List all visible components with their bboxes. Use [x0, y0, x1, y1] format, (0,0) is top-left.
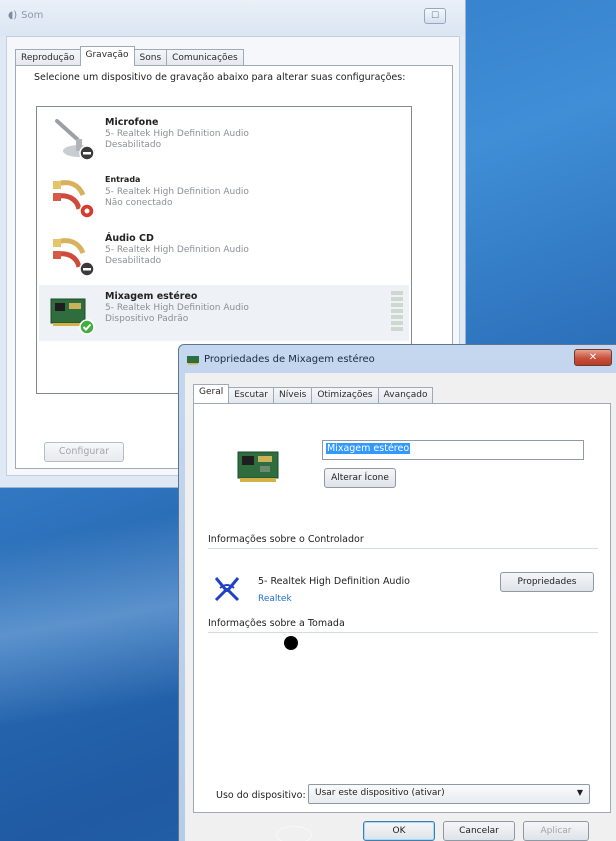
speaker-icon: ◖) [8, 10, 18, 21]
device-driver: 5- Realtek High Definition Audio [105, 129, 249, 139]
device-status: Dispositivo Padrão [105, 314, 189, 324]
tab-recording[interactable]: Gravação [79, 46, 135, 66]
list-item-entrada[interactable]: Entrada 5- Realtek High Definition Audio… [39, 169, 409, 225]
controller-group-label: Informações sobre o Controlador [208, 534, 364, 545]
general-panel: Mixagem estéreo Alterar Ícone Informaçõe… [193, 403, 611, 813]
properties-dialog-body: Geral Escutar Níveis Otimizações Avançad… [185, 373, 616, 841]
device-name: Mixagem estéreo [105, 291, 198, 302]
device-driver: 5- Realtek High Definition Audio [105, 303, 249, 313]
rca-cable-icon [49, 175, 99, 221]
realtek-icon [214, 576, 240, 602]
tab-general[interactable]: Geral [193, 384, 230, 403]
sound-card-icon [49, 291, 99, 337]
usage-label: Uso do dispositivo: [216, 790, 306, 801]
device-driver: 5- Realtek High Definition Audio [105, 245, 249, 255]
usage-value: Usar este dispositivo (ativar) [315, 788, 445, 798]
device-driver: 5- Realtek High Definition Audio [105, 187, 249, 197]
device-status: Desabilitado [105, 256, 162, 266]
jack-color-icon [284, 636, 298, 650]
apply-button[interactable]: Aplicar [523, 821, 589, 841]
ok-button[interactable]: OK [363, 821, 435, 841]
device-usage-select[interactable]: Usar este dispositivo (ativar) ▼ [308, 784, 590, 804]
sound-tabs: Reprodução Gravação Sons Comunicações [15, 46, 244, 66]
list-item-audio-cd[interactable]: Áudio CD 5- Realtek High Definition Audi… [39, 227, 409, 283]
controller-name: 5- Realtek High Definition Audio [258, 576, 410, 587]
instructions-text: Selecione um dispositivo de gravação aba… [34, 72, 406, 83]
device-status: Não conectado [105, 198, 173, 208]
chevron-down-icon: ▼ [576, 788, 583, 797]
device-name-value: Mixagem estéreo [326, 443, 411, 454]
sound-window-titlebar: ◖) Som [0, 0, 465, 36]
device-status: Desabilitado [105, 140, 162, 150]
device-name: Microfone [105, 117, 159, 128]
sound-card-icon [234, 446, 286, 486]
level-meter [391, 291, 403, 335]
start-orb-icon[interactable] [276, 826, 312, 841]
device-name: Áudio CD [105, 233, 154, 244]
properties-dialog-title: Propriedades de Mixagem estéreo [204, 354, 375, 365]
tab-sounds[interactable]: Sons [133, 49, 168, 66]
device-name: Entrada [105, 175, 141, 184]
properties-tabs: Geral Escutar Níveis Otimizações Avançad… [193, 384, 434, 403]
cancel-button[interactable]: Cancelar [443, 821, 515, 841]
tab-listen[interactable]: Escutar [228, 387, 275, 403]
configure-button[interactable]: Configurar [44, 442, 124, 462]
tab-levels[interactable]: Níveis [273, 387, 313, 403]
device-name-input[interactable]: Mixagem estéreo [322, 440, 584, 460]
jack-group-label: Informações sobre a Tomada [208, 618, 345, 629]
tab-advanced[interactable]: Avançado [377, 387, 434, 403]
controller-vendor-link[interactable]: Realtek [258, 594, 292, 604]
sound-card-icon [187, 355, 199, 364]
tab-playback[interactable]: Reprodução [15, 49, 81, 66]
list-item-mixagem-estereo[interactable]: Mixagem estéreo 5- Realtek High Definiti… [39, 285, 409, 341]
properties-button[interactable]: Propriedades [500, 572, 594, 592]
properties-dialog-titlebar: Propriedades de Mixagem estéreo [187, 354, 375, 365]
divider [208, 548, 598, 549]
tab-enhancements[interactable]: Otimizações [311, 387, 379, 403]
maximize-button[interactable]: ☐ [424, 8, 446, 24]
properties-dialog: Propriedades de Mixagem estéreo ✕ Geral … [178, 344, 616, 841]
change-icon-button[interactable]: Alterar Ícone [324, 468, 396, 488]
divider [208, 632, 598, 633]
list-item-microfone[interactable]: Microfone 5- Realtek High Definition Aud… [39, 111, 409, 167]
sound-window-title: Som [21, 10, 44, 21]
rca-cable-icon [49, 233, 99, 279]
microphone-icon [49, 117, 99, 163]
close-button[interactable]: ✕ [574, 349, 612, 366]
tab-communications[interactable]: Comunicações [166, 49, 244, 66]
